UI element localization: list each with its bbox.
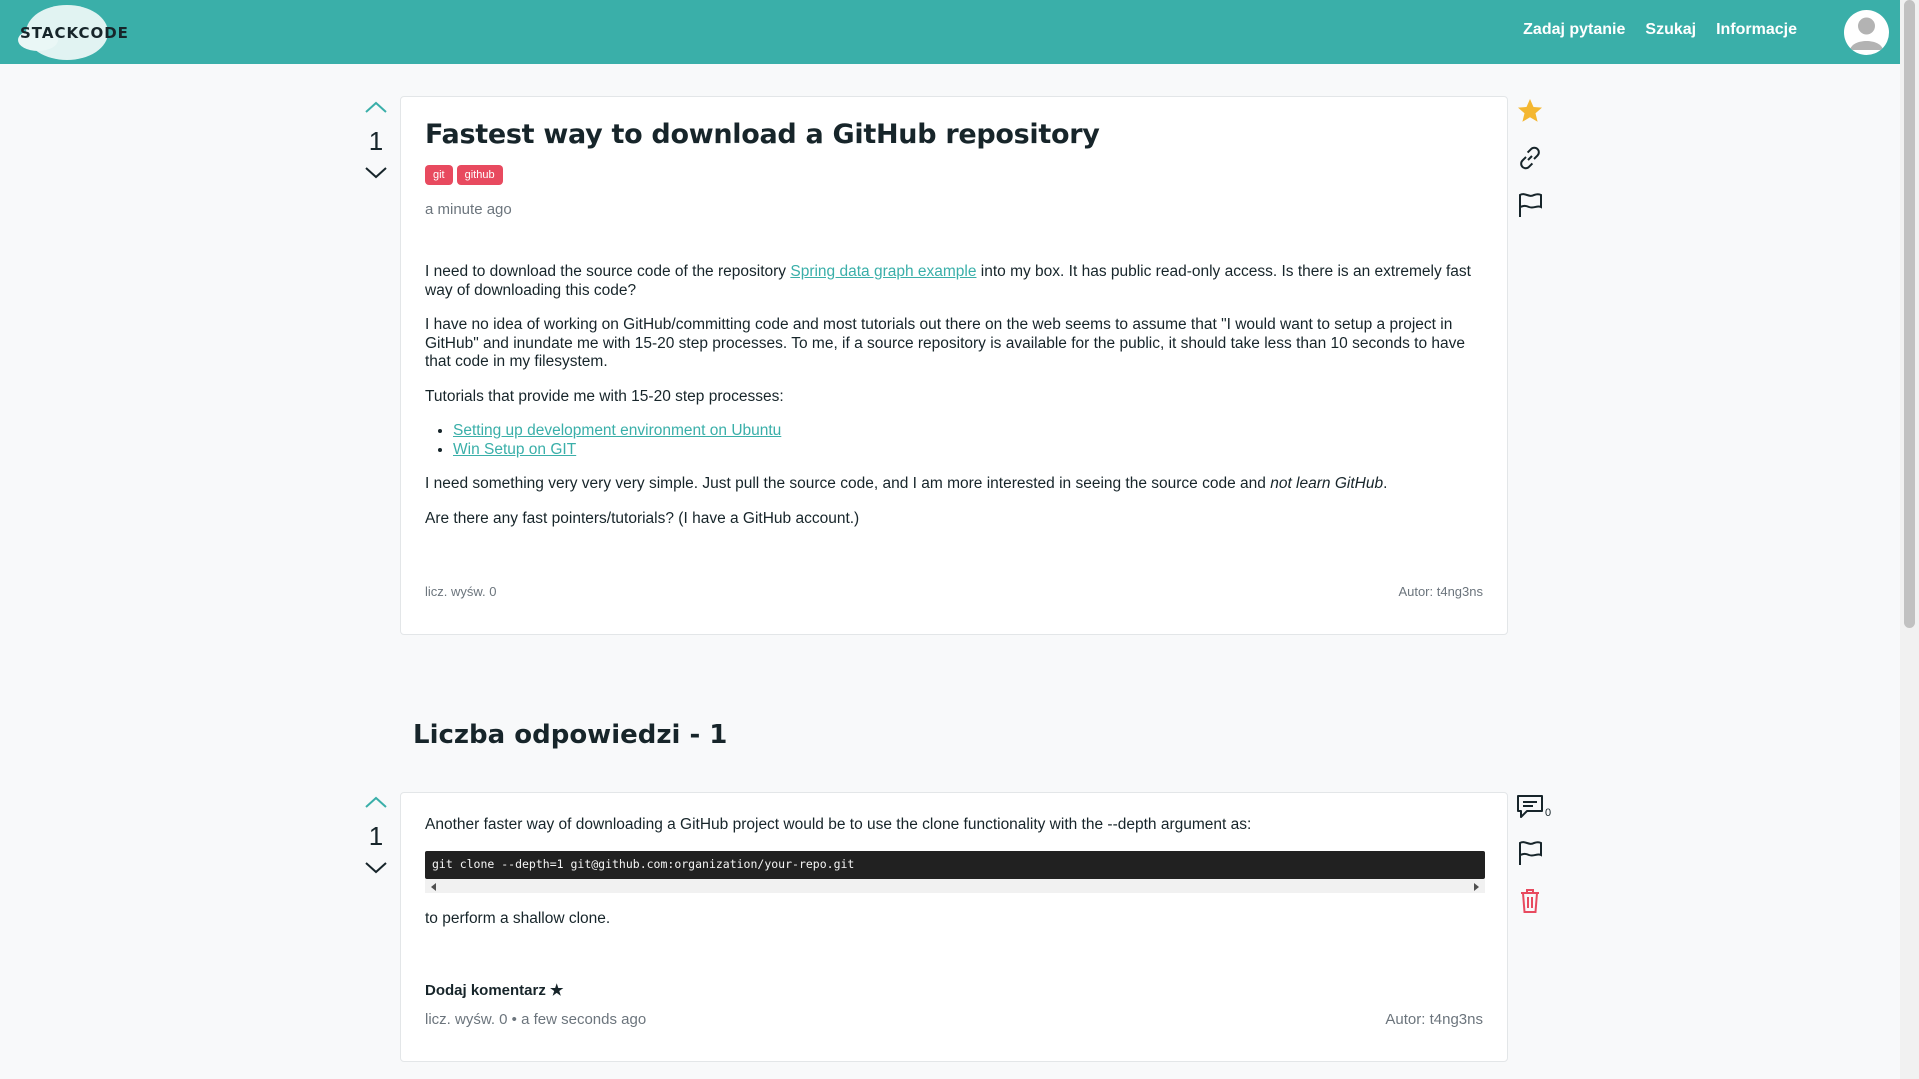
- code-scroll-arrows: [431, 883, 1479, 891]
- upvote-icon[interactable]: [364, 795, 388, 809]
- question-author[interactable]: Autor: t4ng3ns: [1398, 584, 1483, 599]
- nav-search[interactable]: Szukaj: [1645, 21, 1696, 39]
- trash-icon[interactable]: [1515, 885, 1545, 915]
- question-vote: 1: [351, 100, 401, 180]
- scrollbar-thumb[interactable]: [1904, 0, 1915, 628]
- list-item: Win Setup on GIT: [453, 441, 1485, 460]
- nav-info[interactable]: Informacje: [1716, 21, 1797, 39]
- upvote-icon[interactable]: [364, 100, 388, 114]
- link-ubuntu-setup[interactable]: Setting up development environment on Ub…: [453, 422, 781, 439]
- user-icon: [1850, 17, 1883, 50]
- code-block[interactable]: git clone --depth=1 git@github.com:organ…: [425, 851, 1485, 879]
- flag-icon[interactable]: [1515, 190, 1545, 220]
- list-item: Setting up development environment on Ub…: [453, 422, 1485, 441]
- comment-count: 0: [1545, 807, 1552, 819]
- link-spring-data-graph[interactable]: Spring data graph example: [790, 263, 976, 280]
- question-p4-emphasis: not learn GitHub: [1270, 475, 1384, 492]
- tag-github[interactable]: github: [456, 165, 503, 185]
- question-p1-text: I need to download the source code of th…: [425, 263, 791, 280]
- comments-button[interactable]: 0: [1515, 791, 1551, 821]
- page-scrollbar[interactable]: [1900, 0, 1919, 1079]
- question-card: Fastest way to download a GitHub reposit…: [400, 96, 1508, 635]
- tutorial-links-list: Setting up development environment on Ub…: [453, 422, 1485, 459]
- question-paragraph-3: Tutorials that provide me with 15-20 ste…: [425, 387, 784, 405]
- answer-intro: Another faster way of downloading a GitH…: [425, 816, 1252, 833]
- question-paragraph-4: I need something very very very simple. …: [425, 475, 1485, 494]
- question-paragraph-1: I need to download the source code of th…: [425, 263, 1485, 300]
- question-p4-text: I need something very very very simple. …: [425, 475, 1271, 492]
- answer-card: Another faster way of downloading a GitH…: [400, 792, 1508, 1062]
- link-win-setup-git[interactable]: Win Setup on GIT: [453, 441, 576, 458]
- question-body: I need to download the source code of th…: [425, 263, 1485, 544]
- flag-icon[interactable]: [1515, 838, 1545, 868]
- logo-text: STACKCODE: [20, 24, 129, 42]
- question-actions: [1515, 96, 1551, 237]
- answer-author[interactable]: Autor: t4ng3ns: [1385, 1011, 1483, 1028]
- link-icon[interactable]: [1515, 143, 1545, 173]
- answer-vote-count: 1: [368, 821, 384, 851]
- question-tags: git github: [425, 165, 503, 185]
- add-comment-button[interactable]: Dodaj komentarz ★: [425, 981, 563, 999]
- question-title: Fastest way to download a GitHub reposit…: [425, 119, 1100, 150]
- question-p4-text-after: .: [1383, 475, 1388, 492]
- answers-heading: Liczba odpowiedzi - 1: [413, 720, 728, 750]
- answer-vote: 1: [351, 795, 401, 875]
- question-paragraph-2: I have no idea of working on GitHub/comm…: [425, 316, 1465, 370]
- downvote-icon[interactable]: [364, 166, 388, 180]
- answer-outro: to perform a shallow clone.: [425, 910, 611, 927]
- downvote-icon[interactable]: [364, 861, 388, 875]
- question-paragraph-5: Are there any fast pointers/tutorials? (…: [425, 509, 860, 527]
- question-vote-count: 1: [368, 126, 384, 156]
- navbar: STACKCODE Zadaj pytanie Szukaj Informacj…: [0, 0, 1900, 64]
- comment-icon: [1517, 795, 1543, 818]
- answer-actions: 0: [1515, 791, 1551, 932]
- question-time: a minute ago: [425, 201, 512, 218]
- logo[interactable]: STACKCODE: [18, 5, 128, 60]
- nav-links: Zadaj pytanie Szukaj Informacje: [1523, 21, 1797, 39]
- star-icon[interactable]: [1515, 96, 1545, 126]
- tag-git[interactable]: git: [425, 165, 453, 185]
- nav-ask-question[interactable]: Zadaj pytanie: [1523, 21, 1625, 39]
- user-avatar[interactable]: [1844, 10, 1889, 55]
- code-scrollbar[interactable]: [425, 879, 1485, 893]
- answer-meta: licz. wyśw. 0 • a few seconds ago: [425, 1011, 647, 1028]
- question-views: licz. wyśw. 0: [425, 584, 497, 599]
